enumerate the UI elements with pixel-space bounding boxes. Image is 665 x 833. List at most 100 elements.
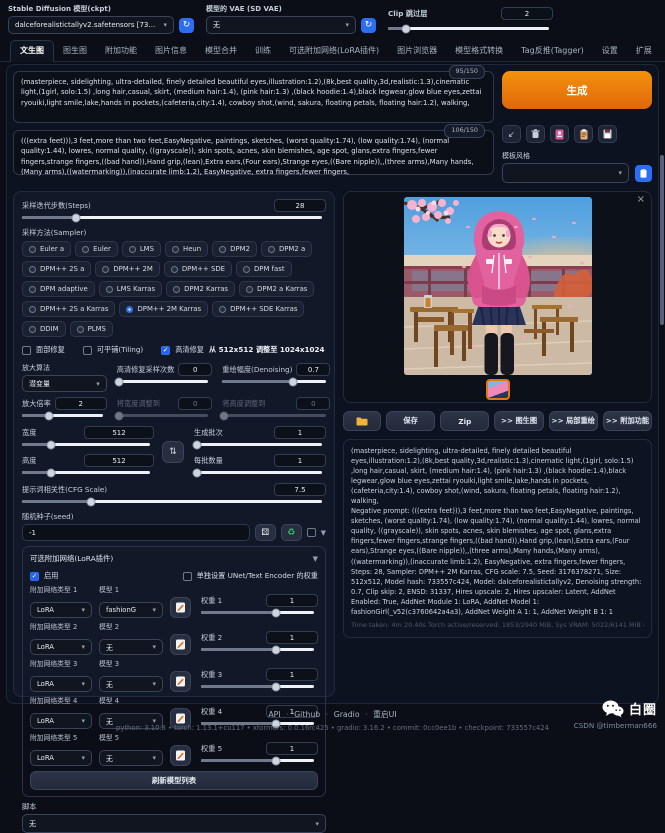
- tab-img2img[interactable]: 图生图: [54, 41, 96, 61]
- batch-count-input[interactable]: 1: [274, 426, 326, 439]
- negative-prompt-textarea[interactable]: 106/150 (((extra feet))),3 feet,more tha…: [13, 130, 494, 175]
- footer-link-api[interactable]: API: [268, 710, 280, 719]
- restore-faces-checkbox[interactable]: [22, 346, 31, 355]
- lora-weight-input[interactable]: 1: [266, 742, 318, 755]
- sampler-option[interactable]: DPM2 Karras: [166, 281, 235, 297]
- prompt-textarea[interactable]: 95/150 (masterpiece, sidelighting, ultra…: [13, 71, 494, 123]
- resize-height-input[interactable]: 0: [296, 397, 330, 410]
- sampler-option[interactable]: DPM2 a: [261, 241, 312, 257]
- lora-weight-slider[interactable]: [201, 685, 314, 688]
- sampler-option[interactable]: DPM2 a Karras: [239, 281, 314, 297]
- resize-height-slider[interactable]: [222, 414, 326, 417]
- lora-type-select[interactable]: LoRA▾: [30, 639, 92, 655]
- lora-type-select[interactable]: LoRA▾: [30, 676, 92, 692]
- resize-width-slider[interactable]: [117, 414, 209, 417]
- vae-select[interactable]: 无 ▾: [206, 16, 356, 34]
- lora-model-select[interactable]: fashionG▾: [99, 602, 163, 618]
- upscaler-select[interactable]: 潜变量 ▾: [22, 375, 107, 392]
- reuse-seed-button[interactable]: ♻: [281, 524, 302, 541]
- tab-extensions[interactable]: 扩展: [627, 41, 661, 61]
- paste-params-button[interactable]: [635, 165, 652, 182]
- addnet-enable-checkbox[interactable]: ✓: [30, 572, 39, 581]
- save-style-button[interactable]: [598, 125, 617, 143]
- steps-slider[interactable]: [22, 216, 322, 219]
- sampler-option[interactable]: DDIM: [22, 321, 66, 337]
- lora-weight-input[interactable]: 1: [266, 594, 318, 607]
- send-to-inpaint-button[interactable]: >> 局部重绘: [549, 411, 598, 431]
- read-params-button[interactable]: ↙: [502, 125, 521, 143]
- tiling-checkbox[interactable]: [83, 346, 92, 355]
- lora-weight-input[interactable]: 1: [266, 668, 318, 681]
- sampler-option[interactable]: Euler a: [22, 241, 71, 257]
- zip-button[interactable]: Zip: [440, 411, 489, 431]
- batch-size-input[interactable]: 1: [274, 454, 326, 467]
- sampler-option[interactable]: DPM++ SDE: [164, 261, 232, 277]
- clear-prompt-button[interactable]: [526, 125, 545, 143]
- sampler-option[interactable]: DPM++ 2S a: [22, 261, 91, 277]
- sampler-option[interactable]: DPM++ 2S a Karras: [22, 301, 115, 317]
- tab-tagger[interactable]: Tag反推(Tagger): [512, 41, 593, 61]
- width-slider[interactable]: [22, 443, 150, 446]
- refresh-models-button[interactable]: 刷新模型列表: [30, 771, 318, 790]
- random-seed-button[interactable]: ⚄: [255, 524, 276, 541]
- lora-type-select[interactable]: LoRA▾: [30, 750, 92, 766]
- clip-skip-input[interactable]: 2: [501, 7, 553, 20]
- hires-steps-input[interactable]: 0: [178, 363, 212, 376]
- sampler-option[interactable]: DPM fast: [236, 261, 292, 277]
- height-slider[interactable]: [22, 471, 150, 474]
- tab-checkpoint-merger[interactable]: 模型合并: [196, 41, 246, 61]
- refresh-checkpoints-button[interactable]: ↻: [179, 18, 194, 33]
- clip-skip-slider[interactable]: [388, 27, 549, 30]
- lora-model-select[interactable]: 无▾: [99, 639, 163, 655]
- lora-model-select[interactable]: 无▾: [99, 676, 163, 692]
- seed-input[interactable]: -1: [22, 524, 250, 541]
- sampler-option[interactable]: LMS: [122, 241, 161, 257]
- addnet-separate-weights-checkbox[interactable]: [183, 572, 192, 581]
- sampler-option-selected[interactable]: DPM++ 2M Karras: [119, 301, 208, 317]
- batch-count-slider[interactable]: [194, 443, 322, 446]
- height-input[interactable]: 512: [84, 454, 154, 467]
- upscale-by-slider[interactable]: [22, 414, 103, 417]
- cfg-slider[interactable]: [22, 500, 322, 503]
- tab-extras[interactable]: 附加功能: [96, 41, 146, 61]
- cfg-input[interactable]: 7.5: [274, 483, 326, 496]
- sampler-option[interactable]: DPM++ SDE Karras: [212, 301, 304, 317]
- tab-additional-networks[interactable]: 可选附加网络(LoRA插件): [280, 41, 388, 61]
- sampler-option[interactable]: Heun: [165, 241, 208, 257]
- denoising-input[interactable]: 0.7: [296, 363, 330, 376]
- resize-width-input[interactable]: 0: [178, 397, 212, 410]
- footer-link-gradio[interactable]: Gradio: [334, 710, 360, 719]
- lora-model-info-button[interactable]: [170, 634, 191, 655]
- open-folder-button[interactable]: [343, 411, 381, 431]
- styles-select[interactable]: ▾: [502, 163, 629, 183]
- tab-image-browser[interactable]: 图片浏览器: [388, 41, 446, 61]
- script-select[interactable]: 无 ▾: [22, 814, 326, 833]
- gallery-thumbnail-1[interactable]: [486, 379, 510, 400]
- send-to-img2img-button[interactable]: >> 图生图: [494, 411, 543, 431]
- lora-weight-slider[interactable]: [201, 648, 314, 651]
- hires-steps-slider[interactable]: [117, 380, 209, 383]
- tab-png-info[interactable]: 图片信息: [146, 41, 196, 61]
- generate-button[interactable]: 生成: [502, 71, 652, 109]
- page-scrollbar[interactable]: [660, 155, 664, 325]
- hires-fix-checkbox[interactable]: ✓: [161, 346, 170, 355]
- sampler-option[interactable]: DPM2: [212, 241, 257, 257]
- close-icon[interactable]: ×: [637, 194, 645, 205]
- sampler-option[interactable]: PLMS: [70, 321, 113, 337]
- lora-weight-input[interactable]: 1: [266, 631, 318, 644]
- tab-settings[interactable]: 设置: [593, 41, 627, 61]
- upscale-by-input[interactable]: 2: [55, 397, 107, 410]
- lora-type-select[interactable]: LoRA▾: [30, 602, 92, 618]
- addnet-collapse-icon[interactable]: ▼: [313, 555, 318, 563]
- apply-style-button[interactable]: [574, 125, 593, 143]
- send-to-extras-button[interactable]: >> 附加功能: [603, 411, 652, 431]
- save-button[interactable]: 保存: [386, 411, 435, 431]
- denoising-slider[interactable]: [222, 380, 326, 383]
- tab-txt2img[interactable]: 文生图: [10, 40, 54, 62]
- extra-seed-checkbox[interactable]: [307, 528, 316, 537]
- sampler-option[interactable]: LMS Karras: [99, 281, 162, 297]
- footer-link-github[interactable]: Github: [294, 710, 320, 719]
- lora-model-info-button[interactable]: [170, 745, 191, 766]
- lora-model-info-button[interactable]: [170, 671, 191, 692]
- refresh-vae-button[interactable]: ↻: [361, 18, 376, 33]
